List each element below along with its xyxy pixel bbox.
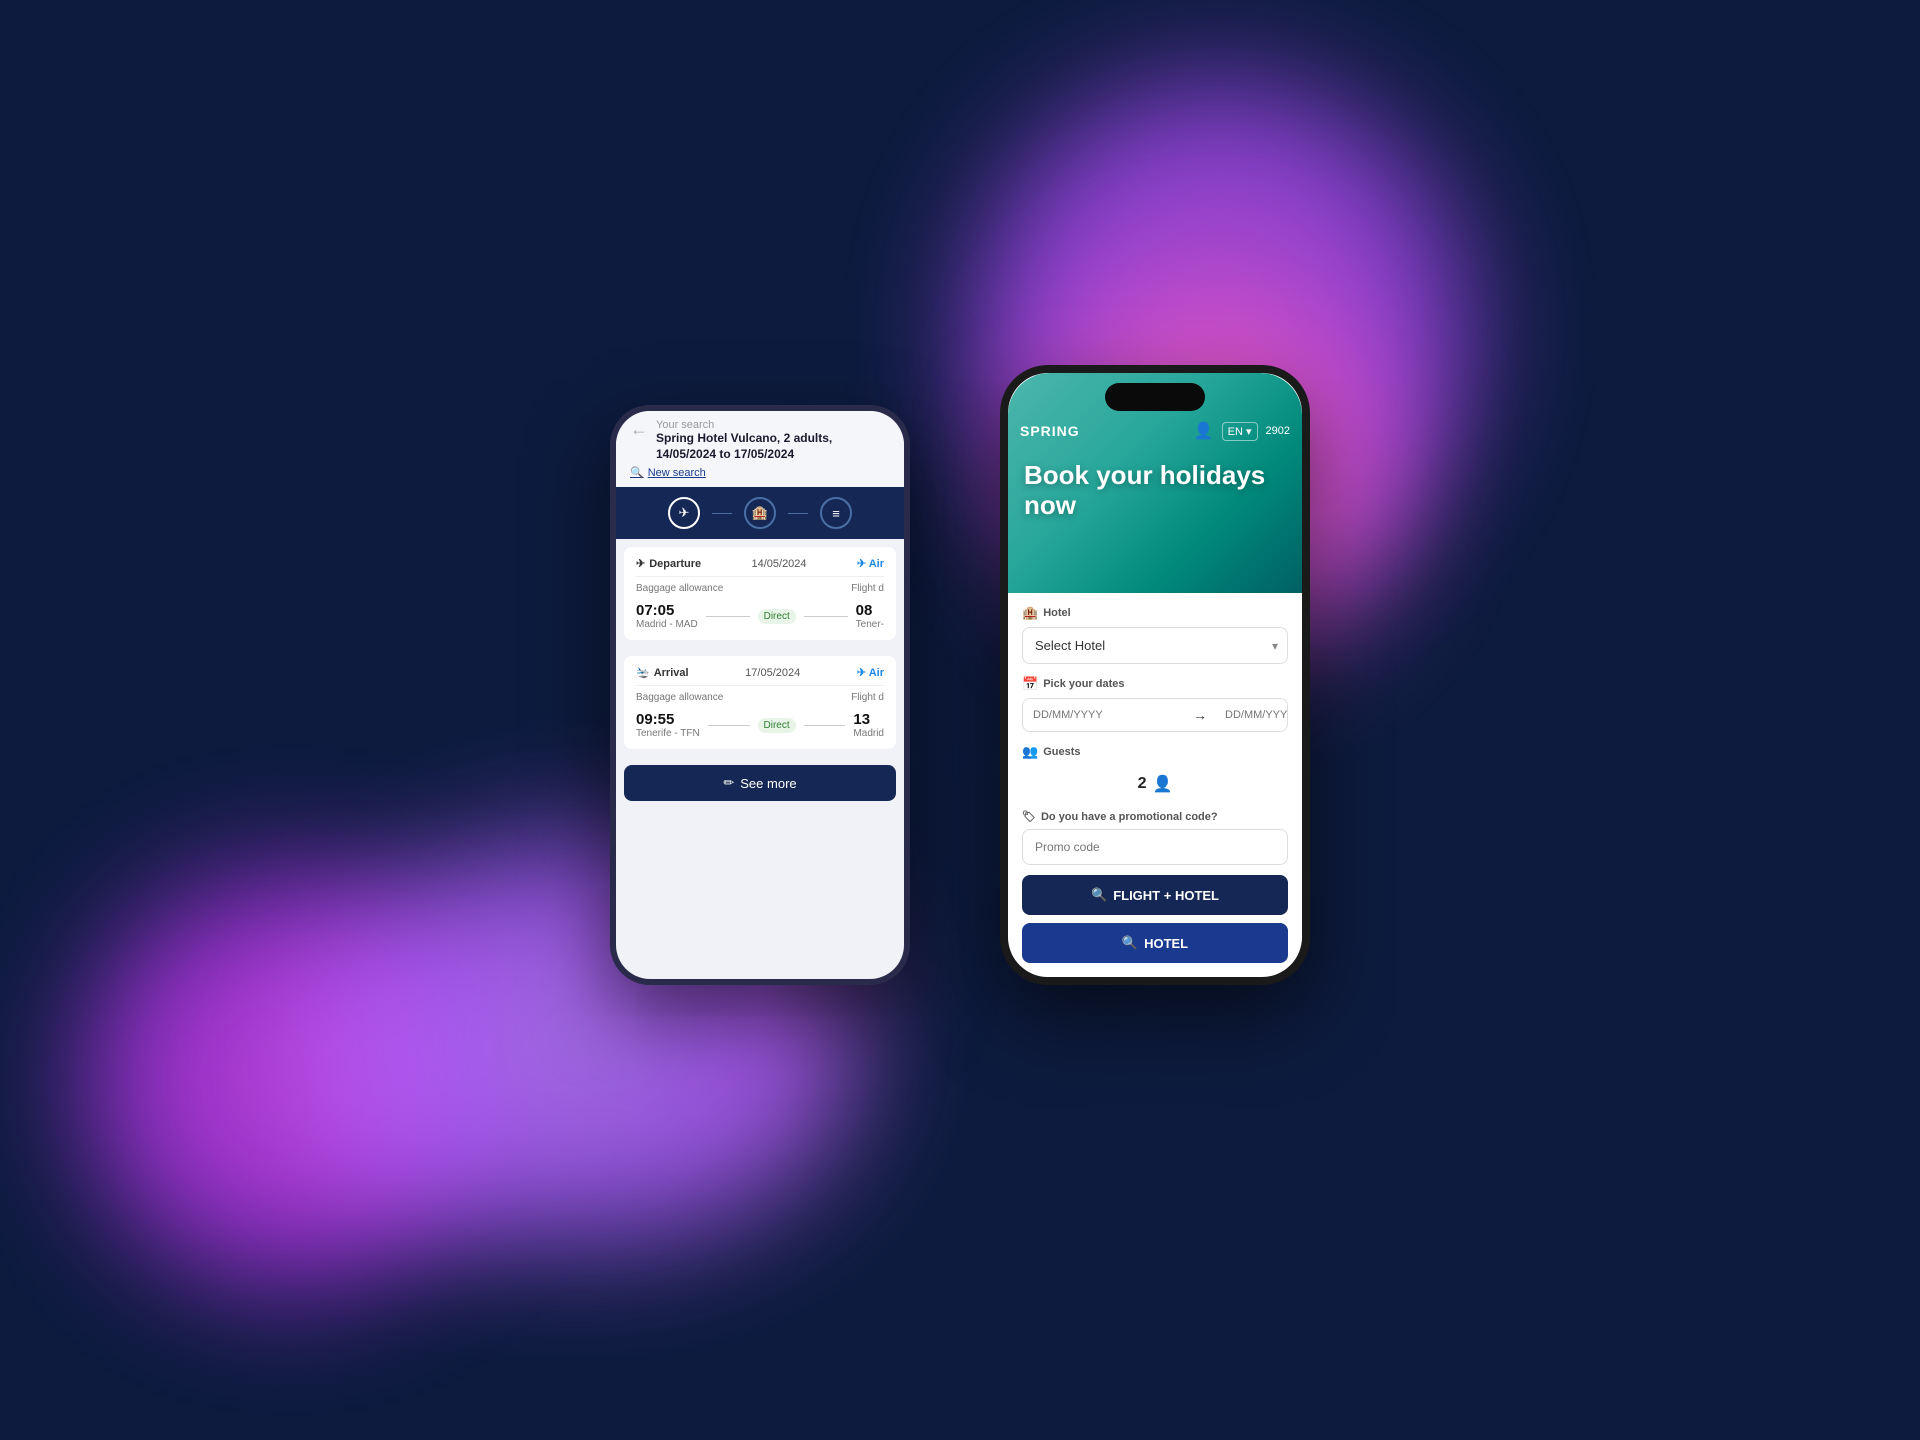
dep-dest-time: 08: [856, 602, 884, 619]
guests-row: 2 👤: [1022, 766, 1288, 802]
pencil-icon: ✏: [723, 775, 734, 791]
arrow-icon: →: [1185, 707, 1215, 723]
back-phone-header: ← Your search Spring Hotel Vulcano, 2 ad…: [616, 411, 904, 487]
departure-label: ✈ Departure: [636, 557, 701, 570]
flight-hotel-button[interactable]: 🔍 FLIGHT + HOTEL: [1022, 875, 1288, 915]
promo-label: 🏷 Do you have a promotional code?: [1022, 810, 1288, 823]
see-more-button[interactable]: ✏ See more: [624, 765, 896, 801]
arrival-icon: 🛬: [636, 666, 650, 679]
search-info: Your search Spring Hotel Vulcano, 2 adul…: [656, 419, 890, 462]
hotel-section-label: 🏨 Hotel: [1022, 605, 1288, 621]
airline-logo-arr: ✈ Air: [857, 666, 884, 679]
search-icon: 🔍: [630, 466, 644, 479]
hotel-select-wrapper[interactable]: Select Hotel ▾: [1022, 627, 1288, 664]
search-icon-hotel: 🔍: [1122, 935, 1138, 951]
points-badge: 2902: [1266, 425, 1290, 437]
guests-section-label: 👥 Guests: [1022, 744, 1288, 760]
promo-input[interactable]: [1022, 829, 1288, 865]
step-line-2: [788, 513, 808, 514]
phone-front: SPRING 👤 EN ▾ 2902 Book your holidays no…: [1000, 365, 1310, 985]
lang-badge[interactable]: EN ▾: [1222, 422, 1258, 441]
departure-card: ✈ Departure 14/05/2024 ✈ Air Baggage all…: [624, 547, 896, 640]
hero-title: Book your holidays now: [1008, 441, 1302, 521]
calendar-icon: 📅: [1022, 676, 1038, 692]
hotel-only-button[interactable]: 🔍 HOTEL: [1022, 923, 1288, 963]
search-icon-flight: 🔍: [1091, 887, 1107, 903]
phone-back: ← Your search Spring Hotel Vulcano, 2 ad…: [610, 405, 910, 985]
departure-date: 14/05/2024: [751, 558, 806, 570]
arr-dest-time: 13: [853, 711, 884, 728]
arrival-time: 09:55: [636, 711, 700, 728]
step-1[interactable]: ✈: [668, 497, 700, 529]
phones-container: ← Your search Spring Hotel Vulcano, 2 ad…: [610, 345, 1310, 1095]
phone-front-screen: SPRING 👤 EN ▾ 2902 Book your holidays no…: [1008, 373, 1302, 977]
dynamic-island: [1105, 383, 1205, 411]
steps-bar: ✈ 🏨 ≡: [616, 487, 904, 539]
search-detail: Spring Hotel Vulcano, 2 adults, 14/05/20…: [656, 431, 890, 462]
arrival-airport: Tenerife - TFN: [636, 728, 700, 739]
topbar-right: 👤 EN ▾ 2902: [1194, 421, 1290, 441]
direct-badge-dep: Direct: [758, 609, 796, 624]
arr-dest-airport: Madrid: [853, 728, 884, 739]
back-arrow-icon[interactable]: ←: [630, 419, 648, 440]
baggage-label-dep: Baggage allowance: [636, 583, 723, 594]
departure-icon: ✈: [636, 557, 645, 570]
airline-logo-dep: ✈ Air: [857, 557, 884, 570]
dep-dest-airport: Tener-: [856, 619, 884, 630]
flight-details-arr: Flight d: [851, 692, 884, 703]
date-from-input[interactable]: [1023, 699, 1185, 731]
guests-icon: 👥: [1022, 744, 1038, 760]
step-2[interactable]: 🏨: [744, 497, 776, 529]
date-to-input[interactable]: [1215, 699, 1288, 731]
flight-line-dep2: [804, 616, 848, 617]
arrival-label: 🛬 Arrival: [636, 666, 689, 679]
your-search-label: Your search: [656, 419, 890, 431]
date-row: →: [1022, 698, 1288, 732]
step-3[interactable]: ≡: [820, 497, 852, 529]
hotel-icon: 🏨: [1022, 605, 1038, 621]
flight-line-arr2: [804, 725, 846, 726]
step-line-1: [712, 513, 732, 514]
dates-section-label: 📅 Pick your dates: [1022, 676, 1288, 692]
direct-badge-arr: Direct: [758, 718, 796, 733]
arrival-date: 17/05/2024: [745, 667, 800, 679]
flight-line-dep: [706, 616, 750, 617]
flight-details-dep: Flight d: [851, 583, 884, 594]
departure-time: 07:05: [636, 602, 698, 619]
app-logo: SPRING: [1020, 423, 1080, 439]
user-icon[interactable]: 👤: [1194, 421, 1214, 441]
tag-icon: 🏷: [1022, 810, 1036, 823]
flight-line-arr: [708, 725, 750, 726]
promo-section: 🏷 Do you have a promotional code?: [1022, 810, 1288, 865]
guests-count: 2: [1138, 775, 1147, 793]
guests-person-icon: 👤: [1152, 774, 1172, 794]
hotel-select[interactable]: Select Hotel: [1022, 627, 1288, 664]
new-search-link[interactable]: 🔍 New search: [630, 466, 890, 479]
arrival-card: 🛬 Arrival 17/05/2024 ✈ Air Baggage allow…: [624, 656, 896, 749]
baggage-label-arr: Baggage allowance: [636, 692, 723, 703]
chevron-down-icon: ▾: [1272, 639, 1278, 653]
departure-airport: Madrid - MAD: [636, 619, 698, 630]
booking-form: 🏨 Hotel Select Hotel ▾ 📅 Pick your dates: [1008, 593, 1302, 975]
